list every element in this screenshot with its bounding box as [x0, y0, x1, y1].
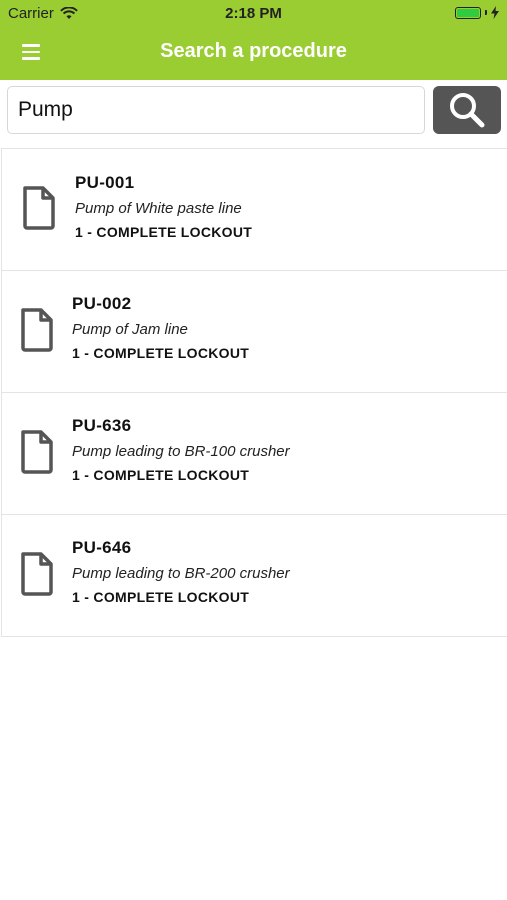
list-item[interactable]: PU-001 Pump of White paste line 1 - COMP… [2, 149, 507, 271]
procedure-code: PU-002 [72, 294, 132, 313]
document-icon [23, 186, 55, 230]
charging-bolt-icon [491, 6, 499, 19]
document-icon [21, 308, 53, 352]
procedure-description: Pump of Jam line [72, 321, 188, 338]
search-bar [0, 80, 507, 148]
procedure-code: PU-636 [72, 416, 132, 435]
list-item[interactable]: PU-636 Pump leading to BR-100 crusher 1 … [2, 393, 507, 515]
procedure-description: Pump of White paste line [75, 200, 242, 217]
procedure-description: Pump leading to BR-200 crusher [72, 565, 290, 582]
procedure-code: PU-001 [75, 173, 135, 192]
battery-indicator [455, 6, 499, 19]
document-icon [21, 430, 53, 474]
magnifier-icon [450, 93, 485, 128]
lockout-level: 1 - COMPLETE LOCKOUT [72, 345, 250, 361]
lockout-level: 1 - COMPLETE LOCKOUT [72, 589, 250, 605]
page-title: Search a procedure [160, 40, 347, 62]
procedure-code: PU-646 [72, 538, 132, 557]
document-icon [21, 552, 53, 596]
search-button[interactable] [433, 86, 501, 134]
procedure-description: Pump leading to BR-100 crusher [72, 443, 290, 460]
search-input[interactable] [7, 86, 425, 134]
battery-icon [455, 6, 481, 19]
app-header: Carrier 2:18 PM Search a procedure [0, 0, 507, 80]
list-item[interactable]: PU-002 Pump of Jam line 1 - COMPLETE LOC… [2, 271, 507, 393]
lockout-level: 1 - COMPLETE LOCKOUT [72, 467, 250, 483]
clock: 2:18 PM [225, 5, 282, 22]
status-bar: Carrier 2:18 PM [0, 0, 507, 27]
list-item[interactable]: PU-646 Pump leading to BR-200 crusher 1 … [2, 515, 507, 637]
lockout-level: 1 - COMPLETE LOCKOUT [75, 224, 253, 240]
nav-bar: Search a procedure [0, 27, 507, 80]
results-list: PU-001 Pump of White paste line 1 - COMP… [1, 148, 507, 637]
